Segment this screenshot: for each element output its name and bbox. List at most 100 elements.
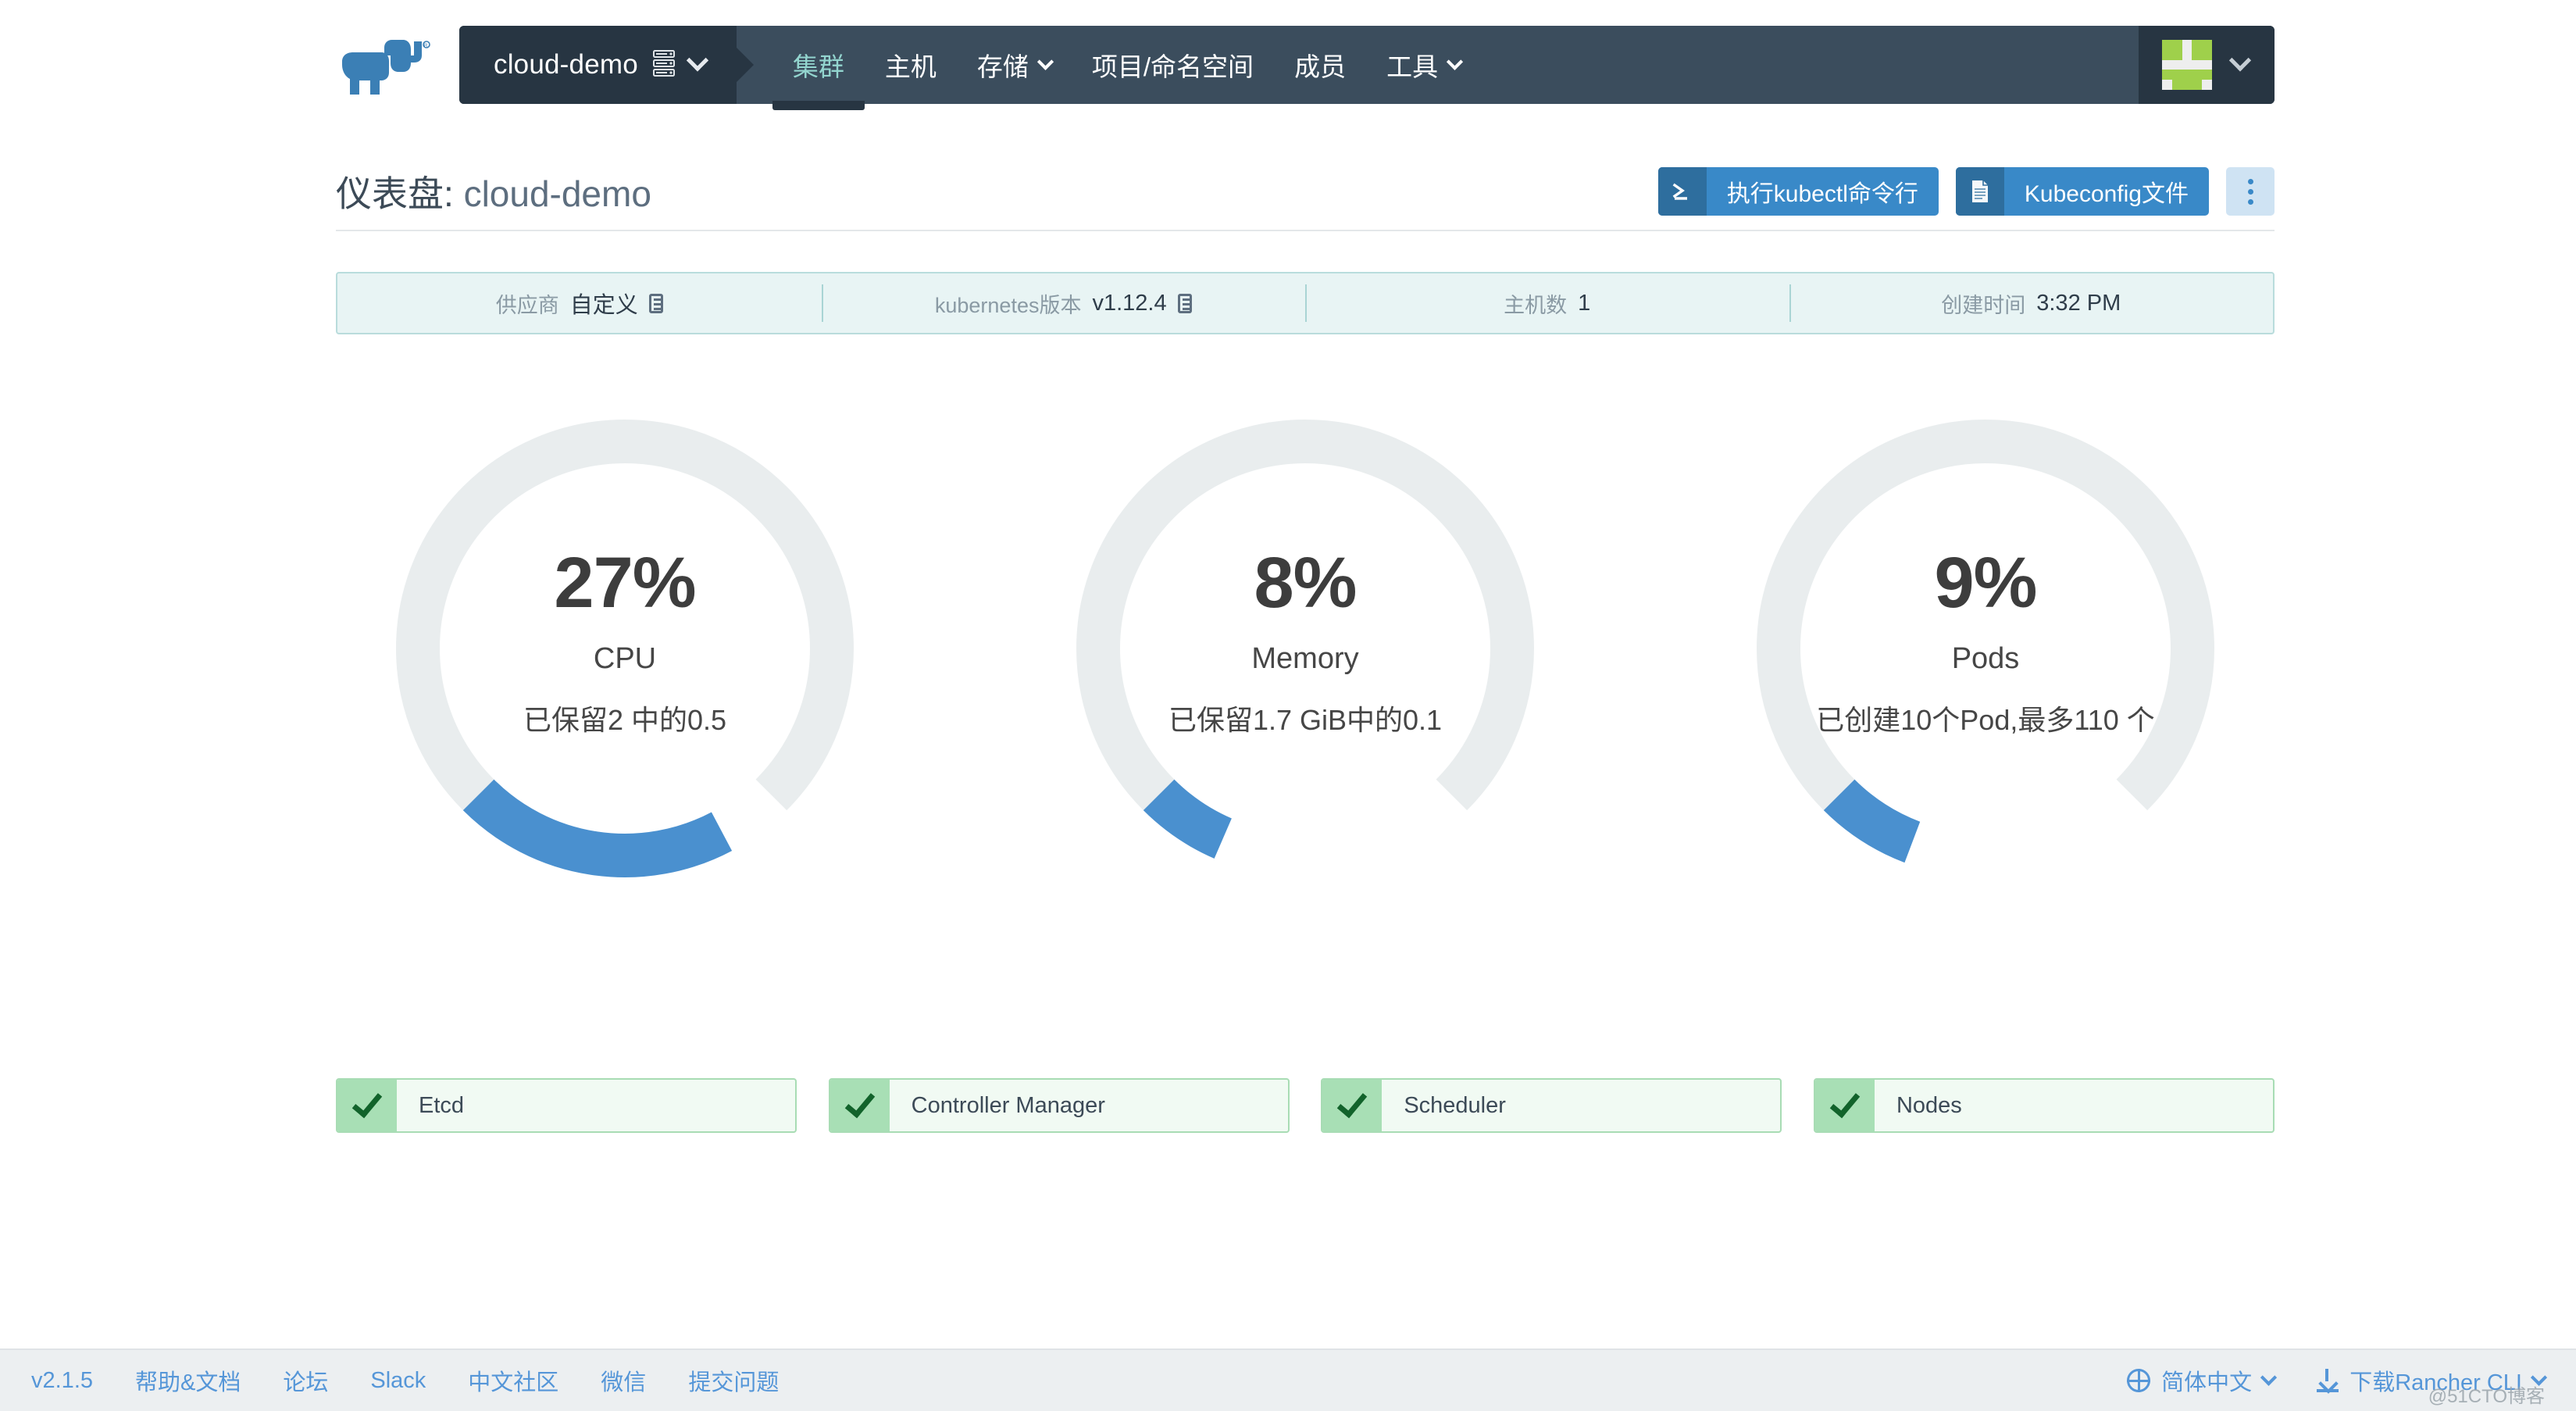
check-icon <box>830 1080 890 1131</box>
page-title-prefix: 仪表盘: <box>336 173 454 214</box>
page-title: 仪表盘: cloud-demo <box>336 166 651 217</box>
info-provider: 供应商 自定义 <box>337 273 822 333</box>
cluster-stack-icon <box>652 49 676 81</box>
gauge-cpu-detail: 已保留2 中的0.5 <box>523 704 727 736</box>
component-status-row: Etcd Controller Manager Scheduler Nodes <box>336 1078 2275 1133</box>
app-root: R cloud-demo 集群 主机 存储 项目/命名空间 成员 工具 仪表盘:… <box>0 0 2576 1411</box>
footer-link-wechat[interactable]: 微信 <box>601 1364 646 1397</box>
gauge-cpu: 27% CPU 已保留2 中的0.5 <box>336 391 914 891</box>
download-cli-label: 下载Rancher CLI <box>2349 1370 2522 1395</box>
info-provider-label: 供应商 <box>495 293 559 317</box>
chevron-down-icon <box>2530 1369 2548 1386</box>
gauge-memory-percent: 8% <box>1254 543 1358 623</box>
download-cli-selector[interactable]: 下载Rancher CLI <box>2317 1364 2548 1397</box>
rancher-cow-logo[interactable]: R <box>336 37 441 99</box>
gauge-memory-title: Memory <box>1251 642 1359 675</box>
footer-links: v2.1.5 帮助&文档 论坛 Slack 中文社区 微信 提交问题 <box>31 1364 779 1397</box>
info-provider-value: 自定义 <box>569 293 638 318</box>
kubeconfig-file-button[interactable]: Kubeconfig文件 <box>1955 167 2209 216</box>
nav-container: cloud-demo 集群 主机 存储 项目/命名空间 成员 工具 <box>459 26 2275 110</box>
gauge-pods-text: 9% Pods 已创建10个Pod,最多110 个 <box>1697 547 2275 738</box>
copy-icon[interactable] <box>1177 293 1192 313</box>
user-menu[interactable] <box>2139 26 2275 104</box>
nav-wedge-divider <box>736 48 754 82</box>
nav-item-label: 集群 <box>792 52 844 81</box>
gauge-pods-percent: 9% <box>1934 543 2038 623</box>
nav-item-tools[interactable]: 工具 <box>1366 26 1481 104</box>
gauge-cpu-title: CPU <box>593 642 657 675</box>
cluster-info-bar: 供应商 自定义 kubernetes版本 v1.12.4 主机数 1 创建时间 … <box>336 272 2275 334</box>
nav-item-label: 成员 <box>1294 52 1347 81</box>
footer-version: v2.1.5 <box>31 1367 93 1393</box>
nav-menu: 集群 主机 存储 项目/命名空间 成员 工具 <box>736 26 2139 110</box>
info-host-count: 主机数 1 <box>1305 273 1789 333</box>
download-icon <box>2317 1369 2339 1392</box>
info-created-time-label: 创建时间 <box>1941 293 2026 317</box>
top-navigation-bar: R cloud-demo 集群 主机 存储 项目/命名空间 成员 工具 <box>0 0 2576 113</box>
nav-item-label: 工具 <box>1386 52 1439 81</box>
avatar <box>2162 40 2212 90</box>
language-selector[interactable]: 简体中文 <box>2127 1364 2278 1397</box>
info-host-count-value: 1 <box>1578 290 1591 316</box>
globe-icon <box>2127 1369 2151 1392</box>
cluster-selector[interactable]: cloud-demo <box>459 26 754 104</box>
svg-text:R: R <box>424 44 428 48</box>
info-created-time: 创建时间 3:32 PM <box>1789 273 2274 333</box>
chevron-down-icon <box>2260 1369 2278 1386</box>
footer-link-slack[interactable]: Slack <box>370 1368 426 1394</box>
gauge-memory-detail: 已保留1.7 GiB中的0.1 <box>1168 704 1443 736</box>
chevron-down-icon <box>1446 53 1464 70</box>
gauge-pods-detail: 已创建10个Pod,最多110 个 <box>1816 704 2155 736</box>
nav-item-hosts[interactable]: 主机 <box>865 26 957 104</box>
nav-item-members[interactable]: 成员 <box>1274 26 1366 104</box>
page-title-value: cloud-demo <box>463 173 651 214</box>
file-document-icon <box>1955 167 2004 216</box>
gauge-cpu-text: 27% CPU 已保留2 中的0.5 <box>336 547 914 738</box>
run-kubectl-label: 执行kubectl命令行 <box>1726 181 1918 207</box>
language-selector-label: 简体中文 <box>2161 1370 2253 1395</box>
nav-item-projects-namespaces[interactable]: 项目/命名空间 <box>1072 26 1274 104</box>
copy-icon[interactable] <box>648 293 663 313</box>
gauge-pods-title: Pods <box>1951 642 2020 675</box>
status-card-label: Scheduler <box>1404 1092 1506 1118</box>
status-card-nodes[interactable]: Nodes <box>1813 1078 2275 1133</box>
gauge-pods: 9% Pods 已创建10个Pod,最多110 个 <box>1697 391 2275 891</box>
nav-item-label: 项目/命名空间 <box>1091 52 1254 81</box>
info-kubernetes-version: kubernetes版本 v1.12.4 <box>821 273 1306 333</box>
header-actions: 执行kubectl命令行 Kubeconfig文件 <box>1657 167 2275 216</box>
footer-link-chinese-community[interactable]: 中文社区 <box>468 1364 558 1397</box>
run-kubectl-button[interactable]: 执行kubectl命令行 <box>1657 167 1939 216</box>
more-actions-icon[interactable] <box>2226 167 2275 216</box>
gauge-memory: 8% Memory 已保留1.7 GiB中的0.1 <box>1016 391 1594 891</box>
gauge-memory-text: 8% Memory 已保留1.7 GiB中的0.1 <box>1016 547 1594 738</box>
check-icon <box>1322 1080 1383 1131</box>
nav-item-storage[interactable]: 存储 <box>957 26 1072 104</box>
info-kubernetes-version-value: v1.12.4 <box>1092 290 1167 316</box>
cluster-selector-label: cloud-demo <box>494 49 638 80</box>
resource-gauges: 27% CPU 已保留2 中的0.5 8% Memory 已保留1.7 GiB中… <box>336 391 2275 906</box>
chevron-down-icon <box>2228 49 2252 72</box>
status-card-etcd[interactable]: Etcd <box>336 1078 797 1133</box>
info-created-time-value: 3:32 PM <box>2036 290 2121 316</box>
status-card-label: Etcd <box>419 1092 465 1118</box>
status-card-label: Nodes <box>1896 1092 1962 1118</box>
info-host-count-label: 主机数 <box>1504 293 1568 317</box>
footer: v2.1.5 帮助&文档 论坛 Slack 中文社区 微信 提交问题 简体中文 … <box>0 1348 2576 1411</box>
check-icon <box>337 1080 397 1131</box>
nav-item-clusters[interactable]: 集群 <box>772 26 865 110</box>
terminal-icon <box>1657 167 1707 216</box>
nav-item-label: 主机 <box>884 52 937 81</box>
status-card-scheduler[interactable]: Scheduler <box>1321 1078 1782 1133</box>
nav-item-label: 存储 <box>976 52 1029 81</box>
footer-link-forums[interactable]: 论坛 <box>283 1364 328 1397</box>
footer-link-file-issue[interactable]: 提交问题 <box>688 1364 779 1397</box>
status-card-controller-manager[interactable]: Controller Manager <box>828 1078 1290 1133</box>
info-kubernetes-version-label: kubernetes版本 <box>934 293 1082 317</box>
chevron-down-icon <box>1036 53 1054 70</box>
chevron-down-icon <box>686 49 709 72</box>
page-header: 仪表盘: cloud-demo 执行kubectl命令行 Kubeconfig文… <box>336 153 2275 231</box>
footer-link-docs[interactable]: 帮助&文档 <box>135 1364 241 1397</box>
status-card-label: Controller Manager <box>911 1092 1105 1118</box>
check-icon <box>1814 1080 1875 1131</box>
footer-controls: 简体中文 下载Rancher CLI <box>2127 1364 2548 1397</box>
